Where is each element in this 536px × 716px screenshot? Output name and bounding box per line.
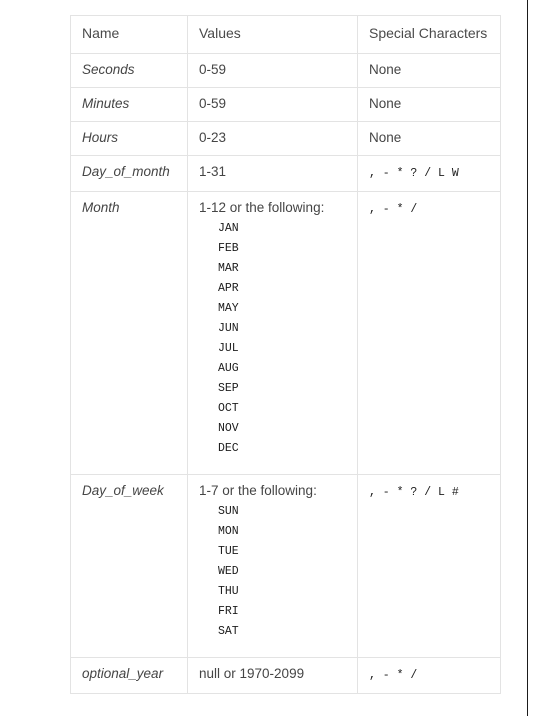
cell-special-characters: , - * ? / L W [357,155,501,192]
list-bottom-spacer [199,642,347,649]
table-row: Day_of_month 1-31 , - * ? / L W [70,155,501,192]
cell-special-characters: None [357,87,501,122]
abbreviation-item: JUN [218,322,239,335]
table-body: Seconds 0-59 None Minutes 0-59 None Hours 0-23 N… [70,53,501,694]
table-row: optional_year null or 1970-2099 , - * / [70,657,501,694]
special-characters-label: , - * / [369,669,418,682]
cell-field-name: Minutes [70,87,188,122]
list-bottom-spacer [199,459,347,466]
field-name-label: Minutes [82,96,130,111]
abbreviation-item: MAR [218,262,239,275]
table-header-row: Name Values Special Characters [70,15,501,54]
special-characters-label: None [369,96,402,111]
field-values-label: 0-59 [199,62,227,77]
cell-field-name: Month [70,191,188,475]
abbreviation-item: DEC [218,442,239,455]
abbreviation-item: AUG [218,362,239,375]
field-values-label: 1-7 or the following: [199,483,317,498]
cell-special-characters: None [357,121,501,156]
special-characters-label: None [369,130,402,145]
table-row: Month 1-12 or the following: JAN FEB MAR APR M… [70,191,501,475]
field-name-label: Day_of_month [82,164,170,179]
abbreviation-item: FEB [218,242,239,255]
cell-field-name: Day_of_month [70,155,188,192]
cron-fields-table-container: Name Values Special Characters Seconds 0-… [70,15,501,694]
cell-field-name: Day_of_week [70,474,188,658]
table-row: Day_of_week 1-7 or the following: SUN MON TU… [70,474,501,658]
abbreviation-item: FRI [218,605,239,618]
table-header: Name Values Special Characters [70,15,501,54]
field-name-label: Month [82,200,120,215]
cell-field-values: 0-59 [187,53,358,88]
right-edge-rule [527,0,528,716]
field-values-label: 1-31 [199,164,227,179]
cell-field-values: null or 1970-2099 [187,657,358,694]
special-characters-label: None [369,62,402,77]
field-name-label: optional_year [82,666,164,681]
abbreviation-item: TUE [218,545,239,558]
abbreviation-item: OCT [218,402,239,415]
abbreviation-item: NOV [218,422,239,435]
field-values-abbreviation-list: SUN MON TUE WED THU FRI SAT [199,502,347,642]
abbreviation-item: MAY [218,302,239,315]
abbreviation-item: SUN [218,505,239,518]
abbreviation-item: JUL [218,342,239,355]
field-values-label: 0-59 [199,96,227,111]
cell-field-values: 1-12 or the following: JAN FEB MAR APR MAY JUN… [187,191,358,475]
cell-field-name: Hours [70,121,188,156]
special-characters-label: , - * ? / L W [369,167,459,180]
column-header-name: Name [70,15,188,54]
table-row: Hours 0-23 None [70,121,501,156]
abbreviation-item: JAN [218,222,239,235]
table-row: Seconds 0-59 None [70,53,501,88]
column-header-values: Values [187,15,358,54]
field-name-label: Seconds [82,62,135,77]
cell-special-characters: , - * / [357,191,501,475]
abbreviation-item: MON [218,525,239,538]
cell-field-values: 1-31 [187,155,358,192]
cron-fields-table: Name Values Special Characters Seconds 0-… [70,15,501,694]
abbreviation-item: SEP [218,382,239,395]
cell-field-values: 0-23 [187,121,358,156]
cell-field-values: 0-59 [187,87,358,122]
abbreviation-item: THU [218,585,239,598]
cell-special-characters: , - * ? / L # [357,474,501,658]
abbreviation-item: WED [218,565,239,578]
field-values-label: null or 1970-2099 [199,666,305,681]
cell-field-name: Seconds [70,53,188,88]
cell-special-characters: , - * / [357,657,501,694]
field-values-label: 0-23 [199,130,227,145]
field-values-abbreviation-list: JAN FEB MAR APR MAY JUN JUL AUG SEP OCT NOV DEC [199,219,347,459]
abbreviation-item: SAT [218,625,239,638]
cell-field-values: 1-7 or the following: SUN MON TUE WED THU FRI S… [187,474,358,658]
field-name-label: Day_of_week [82,483,164,498]
field-values-label: 1-12 or the following: [199,200,325,215]
table-row: Minutes 0-59 None [70,87,501,122]
special-characters-label: , - * / [369,203,418,216]
cell-field-name: optional_year [70,657,188,694]
special-characters-label: , - * ? / L # [369,486,459,499]
cell-special-characters: None [357,53,501,88]
column-header-special-characters: Special Characters [357,15,501,54]
field-name-label: Hours [82,130,119,145]
abbreviation-item: APR [218,282,239,295]
